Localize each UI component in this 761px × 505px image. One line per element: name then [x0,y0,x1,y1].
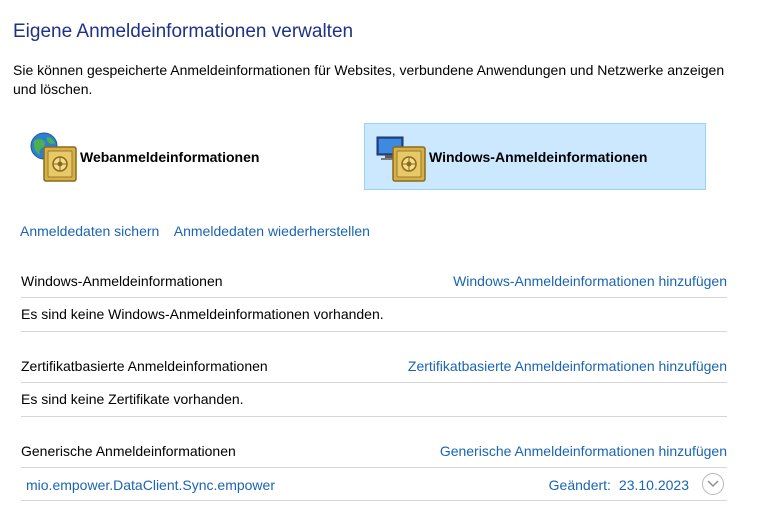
windows-empty-text: Es sind keine Windows-Anmeldeinformation… [21,306,384,322]
add-generic-credential-link[interactable]: Generische Anmeldeinformationen hinzufüg… [440,443,727,459]
credential-name: mio.empower.DataClient.Sync.empower [26,477,275,493]
section-certificate-title: Zertifikatbasierte Anmeldeinformationen [21,358,268,374]
restore-credentials-link[interactable]: Anmeldedaten wiederherstellen [174,223,370,239]
section-certificate-header: Zertifikatbasierte Anmeldeinformationen … [21,358,727,383]
credential-list-item[interactable]: mio.empower.DataClient.Sync.empower Geän… [21,468,727,501]
backup-credentials-link[interactable]: Anmeldedaten sichern [20,223,159,239]
tile-windows-credentials[interactable]: Windows-Anmeldeinformationen [364,123,706,190]
tile-web-label: Webanmeldeinformationen [80,148,260,165]
section-windows-body: Es sind keine Windows-Anmeldeinformation… [21,297,727,332]
add-windows-credential-link[interactable]: Windows-Anmeldeinformationen hinzufügen [453,273,727,289]
section-generic-title: Generische Anmeldeinformationen [21,443,236,459]
credential-manager-page: Eigene Anmeldeinformationen verwalten Si… [0,0,761,505]
credential-modified: Geändert: 23.10.2023 [549,477,689,493]
certificate-empty-text: Es sind keine Zertifikate vorhanden. [21,391,244,407]
section-windows-header: Windows-Anmeldeinformationen Windows-Anm… [21,273,727,298]
globe-vault-icon [26,129,80,185]
section-windows-title: Windows-Anmeldeinformationen [21,273,223,289]
section-generic-header: Generische Anmeldeinformationen Generisc… [21,443,727,468]
add-certificate-credential-link[interactable]: Zertifikatbasierte Anmeldeinformationen … [408,358,727,374]
page-description: Sie können gespeicherte Anmeldeinformati… [13,62,725,97]
section-certificate-body: Es sind keine Zertifikate vorhanden. [21,382,727,417]
computer-vault-icon [375,129,429,185]
tile-windows-label: Windows-Anmeldeinformationen [429,148,648,165]
chevron-down-icon[interactable] [702,473,724,495]
tile-web-credentials[interactable]: Webanmeldeinformationen [22,123,342,190]
backup-restore-links: Anmeldedaten sichern Anmeldedaten wieder… [20,223,380,241]
modified-date: 23.10.2023 [618,477,689,493]
page-title: Eigene Anmeldeinformationen verwalten [13,21,354,42]
modified-label: Geändert: [548,477,611,493]
